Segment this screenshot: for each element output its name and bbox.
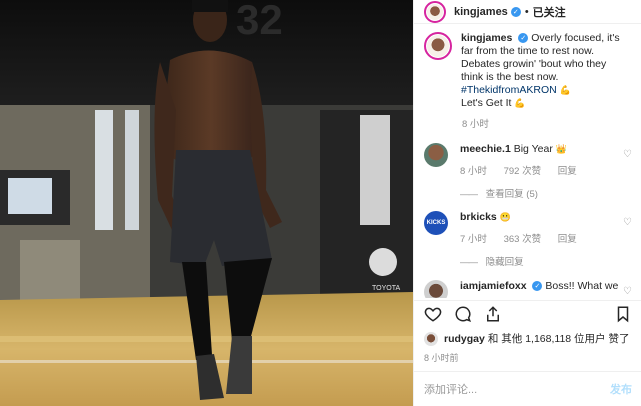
post-photo[interactable]: TOYOTA 32 <box>0 0 413 406</box>
hide-replies-button[interactable]: 隐藏回复 <box>486 257 524 268</box>
comment-time: 7 小时 <box>460 234 487 245</box>
author-username[interactable]: kingjames <box>454 6 508 18</box>
comment-item: iamjamiefoxx ✓ Boss!! What we ♡ <box>414 280 641 298</box>
replies-divider: —— <box>460 189 478 200</box>
flexed-biceps-emoji-icon: 💪 <box>514 98 526 108</box>
header-separator: • <box>524 5 529 18</box>
caption-text-block: kingjames ✓ Overly focused, it's far fro… <box>461 32 631 110</box>
commenter-username[interactable]: iamjamiefoxx <box>460 280 527 292</box>
comment-text: Boss!! What we <box>545 280 619 292</box>
comment-like-heart-icon[interactable]: ♡ <box>623 217 632 228</box>
commenter-username[interactable]: brkicks <box>460 211 497 223</box>
view-replies-button[interactable]: 查看回复 (5) <box>486 189 538 200</box>
likes-count-text[interactable]: 和 其他 1,168,118 位用户 赞了 <box>488 331 630 346</box>
commenter-avatar[interactable] <box>424 143 448 167</box>
brkicks-avatar[interactable]: KICKS <box>424 211 448 235</box>
caption-text-after: Let's Get It <box>461 97 512 109</box>
action-bar <box>414 300 641 326</box>
comment-bubble-icon[interactable] <box>454 305 472 323</box>
post-header: kingjames ✓ • 已关注 <box>414 0 641 24</box>
crown-emoji-icon: 👑 <box>555 144 567 154</box>
replies-divider: —— <box>460 257 478 268</box>
toyota-sign: TOYOTA <box>372 285 400 292</box>
photo-illustration: TOYOTA 32 <box>0 0 413 406</box>
caption-hashtag[interactable]: #ThekidfromAKRON <box>461 84 557 96</box>
reply-button[interactable]: 回复 <box>558 166 577 177</box>
author-avatar[interactable] <box>424 0 446 23</box>
comment-like-count[interactable]: 363 次赞 <box>504 234 542 245</box>
following-button[interactable]: 已关注 <box>533 4 566 20</box>
comment-like-count[interactable]: 792 次赞 <box>504 166 542 177</box>
caption-time: 8 小时 <box>462 119 489 130</box>
instagram-post: TOYOTA 32 kingjames ✓ • 已关注 kingjames ✓ … <box>0 0 641 406</box>
commenter-username[interactable]: meechie.1 <box>460 143 511 155</box>
comment-text: Big Year <box>513 143 553 155</box>
comment-item: meechie.1 Big Year 👑 8 小时 792 次赞 回复 —— 查… <box>414 143 641 201</box>
likes-summary: rudygay 和 其他 1,168,118 位用户 赞了 <box>424 331 629 346</box>
like-heart-icon[interactable] <box>424 305 442 323</box>
verified-icon: ✓ <box>510 6 521 17</box>
reply-button[interactable]: 回复 <box>558 234 577 245</box>
flexed-biceps-emoji-icon: 💪 <box>559 85 571 95</box>
grimacing-emoji-icon: 😬 <box>499 212 511 222</box>
liker-username[interactable]: rudygay <box>444 333 485 345</box>
comment-like-heart-icon[interactable]: ♡ <box>623 286 632 297</box>
commenter-avatar[interactable] <box>424 280 448 298</box>
comment-item: KICKS brkicks 😬 7 小时 363 次赞 回复 —— 隐藏回复 ♡ <box>414 211 641 269</box>
wall-number: 32 <box>236 0 283 43</box>
comment-time: 8 小时 <box>460 166 487 177</box>
liker-avatar[interactable] <box>424 331 438 346</box>
caption: kingjames ✓ Overly focused, it's far fro… <box>414 24 641 110</box>
share-upload-icon[interactable] <box>484 305 502 323</box>
verified-icon: ✓ <box>518 33 529 44</box>
caption-username[interactable]: kingjames <box>461 32 512 44</box>
verified-icon: ✓ <box>532 281 543 292</box>
post-comment-button[interactable]: 发布 <box>610 381 632 397</box>
add-comment-input[interactable]: 添加评论... <box>424 381 477 397</box>
add-comment-bar: 添加评论... 发布 <box>414 371 641 406</box>
post-time: 8 小时前 <box>424 353 459 363</box>
caption-avatar[interactable] <box>424 32 452 60</box>
post-sidebar: kingjames ✓ • 已关注 kingjames ✓ Overly foc… <box>413 0 641 406</box>
comment-like-heart-icon[interactable]: ♡ <box>623 149 632 160</box>
bookmark-icon[interactable] <box>614 305 632 323</box>
